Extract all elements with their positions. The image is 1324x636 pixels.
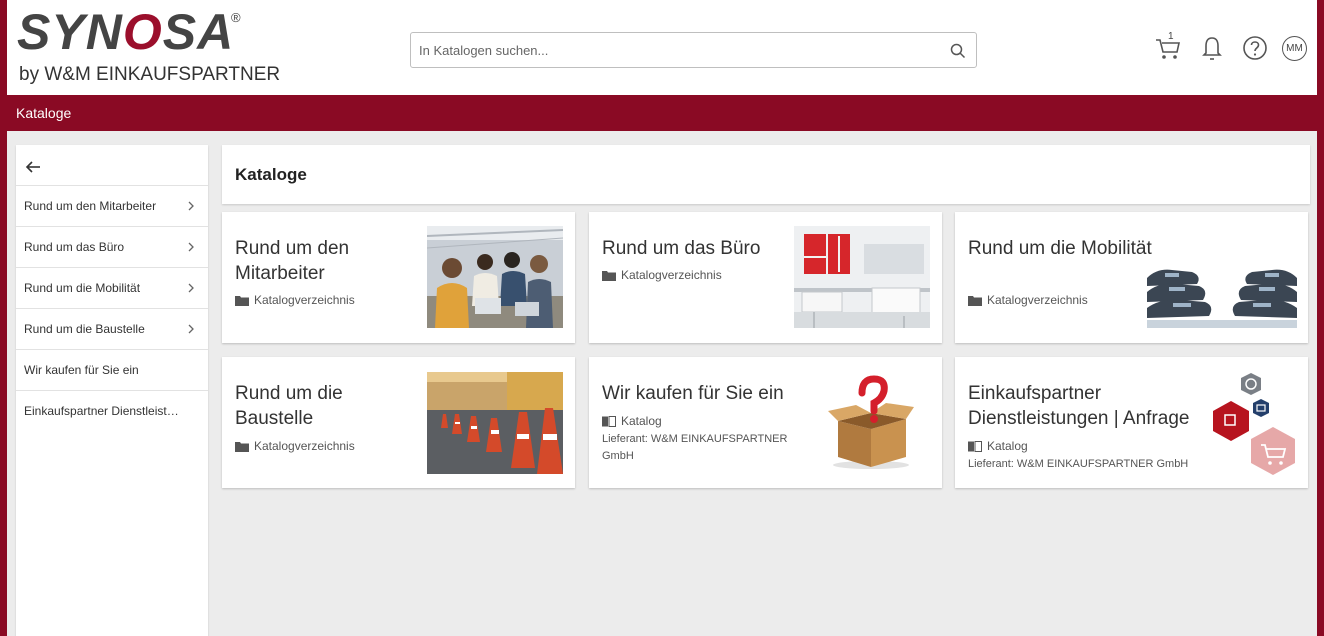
logo-wordmark: SYNOSA — [17, 4, 235, 60]
catalog-card-buero[interactable]: Rund um das Büro Katalogverzeichnis — [589, 212, 942, 343]
book-icon — [968, 440, 982, 452]
bell-icon — [1202, 37, 1222, 60]
card-type-label: Katalogverzeichnis — [254, 293, 355, 307]
help-icon — [1243, 36, 1267, 60]
traffic-cones-image — [427, 372, 563, 474]
registered-mark: ® — [231, 10, 241, 25]
card-image-hexagons — [1203, 371, 1299, 475]
synosa-logo[interactable]: SYNOSA ® by W&M EINKAUFSPARTNER — [17, 4, 280, 90]
search-icon[interactable] — [949, 42, 967, 60]
search-input[interactable] — [419, 33, 939, 67]
card-type: Katalog — [602, 414, 662, 428]
card-type: Katalogverzeichnis — [968, 293, 1088, 307]
sidebar-item-label: Einkaufspartner Dienstleistun... — [24, 404, 184, 418]
notifications-button[interactable] — [1197, 33, 1227, 63]
sidebar-item-buero[interactable]: Rund um das Büro — [16, 226, 208, 267]
sidebar-item-label: Rund um die Baustelle — [24, 322, 145, 336]
cart-button[interactable]: 1 — [1153, 31, 1183, 63]
card-title: Rund um die Baustelle — [235, 383, 343, 429]
page-titlebar: Kataloge — [7, 95, 1317, 131]
sidebar-item-mitarbeiter[interactable]: Rund um den Mitarbeiter — [16, 185, 208, 226]
sidebar: Rund um den Mitarbeiter Rund um das Büro… — [16, 145, 208, 636]
back-arrow-icon[interactable] — [24, 157, 44, 177]
card-image-team-meeting — [427, 226, 563, 328]
sidebar-item-baustelle[interactable]: Rund um die Baustelle — [16, 308, 208, 349]
folder-icon — [602, 270, 616, 281]
app-frame: SYNOSA ® by W&M EINKAUFSPARTNER 1 — [7, 0, 1317, 636]
office-image — [794, 226, 930, 328]
card-image-question-box — [826, 375, 916, 470]
card-type: Katalogverzeichnis — [235, 293, 355, 307]
card-supplier: Lieferant: W&M EINKAUFSPARTNER GmbH — [602, 433, 788, 462]
search-box — [410, 32, 977, 68]
card-image-traffic-cones — [427, 372, 563, 474]
sidebar-item-label: Wir kaufen für Sie ein — [24, 363, 139, 377]
cars-image — [1147, 258, 1297, 328]
catalog-card-mobilitaet[interactable]: Rund um die Mobilität Katalogverzeichnis — [955, 212, 1308, 343]
sidebar-item-wir-kaufen[interactable]: Wir kaufen für Sie ein — [16, 349, 208, 390]
card-type: Katalog — [968, 439, 1028, 453]
user-avatar[interactable]: MM — [1282, 36, 1307, 61]
header: SYNOSA ® by W&M EINKAUFSPARTNER 1 — [7, 0, 1317, 95]
sidebar-item-mobilitaet[interactable]: Rund um die Mobilität — [16, 267, 208, 308]
catalog-heading-panel: Kataloge — [222, 145, 1310, 204]
titlebar-label: Kataloge — [16, 105, 72, 121]
team-meeting-image — [427, 226, 563, 328]
card-supplier: Lieferant: W&M EINKAUFSPARTNER GmbH — [968, 458, 1189, 470]
chevron-right-icon — [188, 201, 194, 211]
card-type-label: Katalog — [987, 439, 1028, 453]
question-box-image — [828, 375, 914, 469]
card-type: Katalogverzeichnis — [602, 268, 722, 282]
chevron-right-icon — [188, 242, 194, 252]
card-title: Rund um die Mobilität — [968, 238, 1152, 259]
sidebar-item-label: Rund um die Mobilität — [24, 281, 141, 295]
catalog-card-mitarbeiter[interactable]: Rund um den Mitarbeiter Katalogverzeichn… — [222, 212, 575, 343]
logo-subtitle: by W&M EINKAUFSPARTNER — [19, 64, 281, 85]
card-image-cars — [1147, 258, 1297, 328]
catalog-card-dienstleistungen[interactable]: Einkaufspartner Dienstleistungen | Anfra… — [955, 357, 1308, 488]
chevron-right-icon — [188, 283, 194, 293]
book-icon — [602, 415, 616, 427]
service-hexagons-image — [1213, 373, 1295, 475]
chevron-right-icon — [188, 324, 194, 334]
card-type-label: Katalog — [621, 414, 662, 428]
sidebar-item-label: Rund um das Büro — [24, 240, 125, 254]
catalog-card-baustelle[interactable]: Rund um die Baustelle Katalogverzeichnis — [222, 357, 575, 488]
card-type: Katalogverzeichnis — [235, 439, 355, 453]
folder-icon — [235, 295, 249, 306]
folder-icon — [968, 295, 982, 306]
card-type-label: Katalogverzeichnis — [987, 293, 1088, 307]
card-type-label: Katalogverzeichnis — [621, 268, 722, 282]
catalog-card-wir-kaufen[interactable]: Wir kaufen für Sie ein Katalog Lieferant… — [589, 357, 942, 488]
sidebar-item-label: Rund um den Mitarbeiter — [24, 199, 157, 213]
folder-icon — [235, 441, 249, 452]
card-image-office — [794, 226, 930, 328]
card-title: Rund um den Mitarbeiter — [235, 238, 350, 284]
page-title: Kataloge — [235, 165, 307, 184]
sidebar-item-dienstleistungen[interactable]: Einkaufspartner Dienstleistun... — [16, 390, 208, 431]
help-button[interactable] — [1240, 33, 1270, 63]
cart-count-badge: 1 — [1168, 31, 1174, 42]
card-title: Wir kaufen für Sie ein — [602, 383, 784, 404]
card-title: Einkaufspartner Dienstleistungen | Anfra… — [968, 383, 1190, 429]
card-type-label: Katalogverzeichnis — [254, 439, 355, 453]
